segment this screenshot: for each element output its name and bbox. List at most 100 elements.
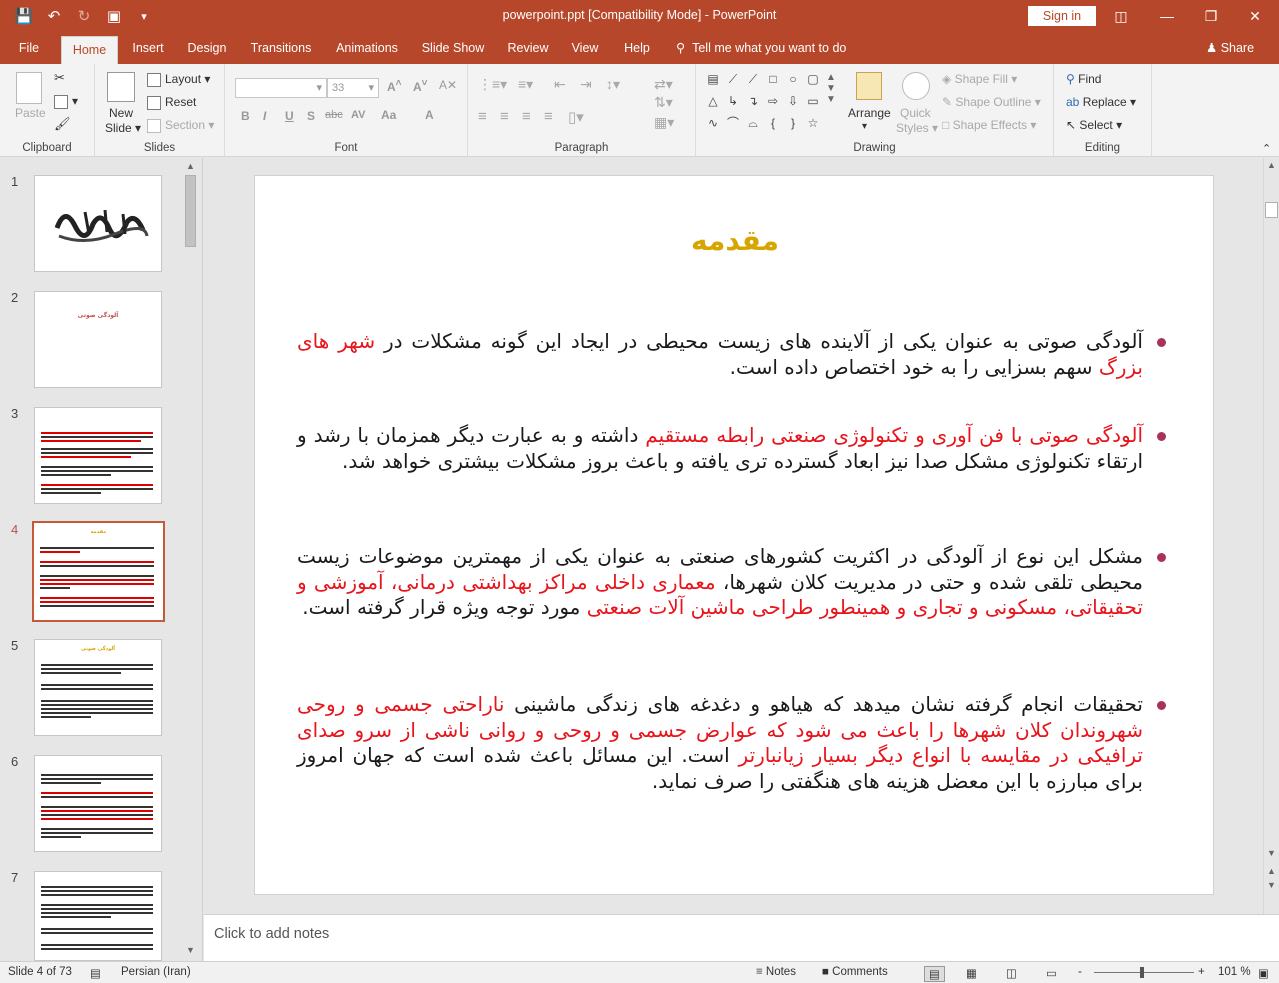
freeform-shape-icon[interactable]: ∿ xyxy=(706,116,720,130)
line-spacing-icon[interactable]: ↕▾ xyxy=(606,76,620,93)
connector-shape-icon[interactable]: ↳ xyxy=(726,94,740,108)
quick-styles-icon[interactable] xyxy=(902,72,930,100)
new-slide-icon[interactable] xyxy=(107,72,135,102)
strikethrough-button[interactable]: abc xyxy=(325,109,343,121)
numbering-icon[interactable]: ≡▾ xyxy=(518,76,533,93)
cut-icon[interactable]: ✂ xyxy=(54,70,65,86)
slide-thumbnail-5[interactable]: آلودگی صوتی xyxy=(34,639,162,736)
bold-button[interactable]: B xyxy=(241,109,250,123)
increase-indent-icon[interactable]: ⇥ xyxy=(580,76,592,93)
underline-button[interactable]: U xyxy=(285,109,294,123)
line-shape-icon[interactable]: ⟋ xyxy=(726,72,740,86)
scrollbar-thumb[interactable] xyxy=(1265,202,1278,218)
align-text-icon[interactable]: ⇅▾ xyxy=(654,94,673,111)
shapes-scroll-icon[interactable]: ▲ ▼ ▼ xyxy=(826,72,836,105)
tab-view[interactable]: View xyxy=(566,32,604,64)
brace-shape-icon-2[interactable]: } xyxy=(786,116,800,130)
slide-scrollbar[interactable]: ▲ ▼ ▲ ▼ xyxy=(1263,158,1279,914)
rectangle-shape-icon[interactable]: □ xyxy=(766,72,780,86)
arrange-dropdown-icon[interactable]: ▾ xyxy=(862,121,867,132)
scroll-down-icon[interactable]: ▼ xyxy=(186,945,195,955)
slide-show-icon[interactable]: ▭ xyxy=(1046,966,1057,980)
font-size-combo[interactable]: 33 xyxy=(327,78,379,98)
bullet-paragraph-2[interactable]: آلودگی صوتی با فن آوری و تکنولوژی صنعتی … xyxy=(297,423,1143,474)
tab-insert[interactable]: Insert xyxy=(126,32,170,64)
columns-icon[interactable]: ▯▾ xyxy=(568,108,584,126)
notes-pane[interactable]: Click to add notes xyxy=(204,914,1279,961)
collapse-ribbon-icon[interactable]: ⌃ xyxy=(1262,142,1271,155)
bullet-paragraph-1[interactable]: آلودگی صوتی به عنوان یکی از آلاینده های … xyxy=(297,329,1143,380)
language-indicator[interactable]: Persian (Iran) xyxy=(121,966,191,978)
shapes-gallery[interactable]: ▤ ⟋ ⟋ □ ○ ▢ △ ↳ ↴ ⇨ ⇩ ▭ ∿ ⌒ ⌓ { } ☆ xyxy=(706,72,826,132)
font-color-button[interactable]: A xyxy=(425,108,434,122)
scroll-down-icon[interactable]: ▼ xyxy=(1267,848,1276,858)
textbox-shape-icon[interactable]: ▤ xyxy=(706,72,720,86)
close-icon[interactable]: ✕ xyxy=(1232,0,1278,32)
line-shape-icon-2[interactable]: ⟋ xyxy=(746,72,760,86)
next-slide-icon[interactable]: ▼ xyxy=(1267,880,1276,890)
tab-animations[interactable]: Animations xyxy=(331,32,403,64)
new-slide-dropdown[interactable]: Slide ▾ xyxy=(105,121,141,135)
tab-help[interactable]: Help xyxy=(618,32,656,64)
zoom-level[interactable]: 101 % xyxy=(1218,966,1251,978)
tab-file[interactable]: File xyxy=(8,32,50,64)
smartart-icon[interactable]: ▦▾ xyxy=(654,114,674,131)
copy-icon[interactable]: ▾ xyxy=(54,94,78,109)
clear-formatting-icon[interactable]: A✕ xyxy=(439,78,457,92)
slide-thumbnail-3[interactable] xyxy=(34,407,162,504)
brace-shape-icon[interactable]: { xyxy=(766,116,780,130)
character-spacing-button[interactable]: AV xyxy=(351,109,365,121)
zoom-in-button[interactable]: + xyxy=(1198,966,1205,978)
star-shape-icon[interactable]: ☆ xyxy=(806,116,820,130)
right-arrow-shape-icon[interactable]: ⇨ xyxy=(766,94,780,108)
slide-thumbnail-7[interactable] xyxy=(34,871,162,961)
align-center-icon[interactable]: ≡ xyxy=(500,108,509,125)
bullet-paragraph-3[interactable]: مشکل این نوع از آلودگی در اکثریت کشورهای… xyxy=(297,544,1143,621)
comments-toggle[interactable]: ■ Comments xyxy=(822,966,888,978)
fit-to-window-icon[interactable]: ▣ xyxy=(1258,966,1269,980)
shape-outline-button[interactable]: ✎ Shape Outline ▾ xyxy=(942,95,1041,109)
new-slide-button[interactable]: New xyxy=(109,106,133,120)
slide-thumbnail-4[interactable]: مقدمه xyxy=(32,521,165,622)
down-arrow-shape-icon[interactable]: ⇩ xyxy=(786,94,800,108)
increase-font-icon[interactable]: A˄ xyxy=(387,78,402,94)
scroll-up-icon[interactable]: ▲ xyxy=(186,161,195,171)
text-direction-icon[interactable]: ⇄▾ xyxy=(654,76,673,93)
notes-toggle[interactable]: ≡ Notes xyxy=(756,966,796,978)
callout-shape-icon[interactable]: ▭ xyxy=(806,94,820,108)
change-case-button[interactable]: Aa xyxy=(381,108,396,122)
layout-button[interactable]: Layout ▾ xyxy=(147,72,210,87)
bullets-icon[interactable]: ⋮≡▾ xyxy=(478,76,507,93)
zoom-slider-track[interactable] xyxy=(1094,972,1194,973)
arrange-button[interactable]: Arrange xyxy=(848,106,891,120)
scroll-up-icon[interactable]: ▲ xyxy=(1267,160,1276,170)
restore-icon[interactable]: ❐ xyxy=(1188,0,1234,32)
triangle-shape-icon[interactable]: △ xyxy=(706,94,720,108)
sign-in-button[interactable]: Sign in xyxy=(1028,6,1096,26)
arc-shape-icon[interactable]: ⌒ xyxy=(726,116,740,130)
quick-styles-dropdown[interactable]: Styles ▾ xyxy=(896,121,938,135)
scrollbar-thumb[interactable] xyxy=(185,175,196,247)
slide-sorter-icon[interactable]: ▦ xyxy=(966,966,977,980)
decrease-indent-icon[interactable]: ⇤ xyxy=(554,76,566,93)
justify-icon[interactable]: ≡ xyxy=(544,108,553,125)
paste-button[interactable]: Paste xyxy=(15,106,46,120)
tell-me-search[interactable]: ⚲ Tell me what you want to do xyxy=(676,32,846,64)
italic-button[interactable]: I xyxy=(263,109,266,123)
spell-check-icon[interactable]: ▤ xyxy=(90,966,101,980)
tab-home[interactable]: Home xyxy=(61,36,118,64)
zoom-slider-thumb[interactable] xyxy=(1140,967,1144,978)
minimize-icon[interactable]: — xyxy=(1144,0,1190,32)
slide-thumbnail-2[interactable]: آلودگی صوتی xyxy=(34,291,162,388)
connector-shape-icon-2[interactable]: ↴ xyxy=(746,94,760,108)
tab-slide-show[interactable]: Slide Show xyxy=(418,32,488,64)
select-button[interactable]: ↖ Select ▾ xyxy=(1066,118,1122,132)
rounded-rectangle-shape-icon[interactable]: ▢ xyxy=(806,72,820,86)
format-painter-icon[interactable]: 🖌 xyxy=(54,116,71,132)
tab-transitions[interactable]: Transitions xyxy=(246,32,316,64)
find-button[interactable]: ⚲ Find xyxy=(1066,72,1101,86)
tab-design[interactable]: Design xyxy=(183,32,231,64)
bullet-paragraph-4[interactable]: تحقیقات انجام گرفته نشان میدهد که هیاهو … xyxy=(297,692,1143,794)
quick-styles-button[interactable]: Quick xyxy=(900,106,931,120)
paste-icon[interactable] xyxy=(16,72,42,104)
